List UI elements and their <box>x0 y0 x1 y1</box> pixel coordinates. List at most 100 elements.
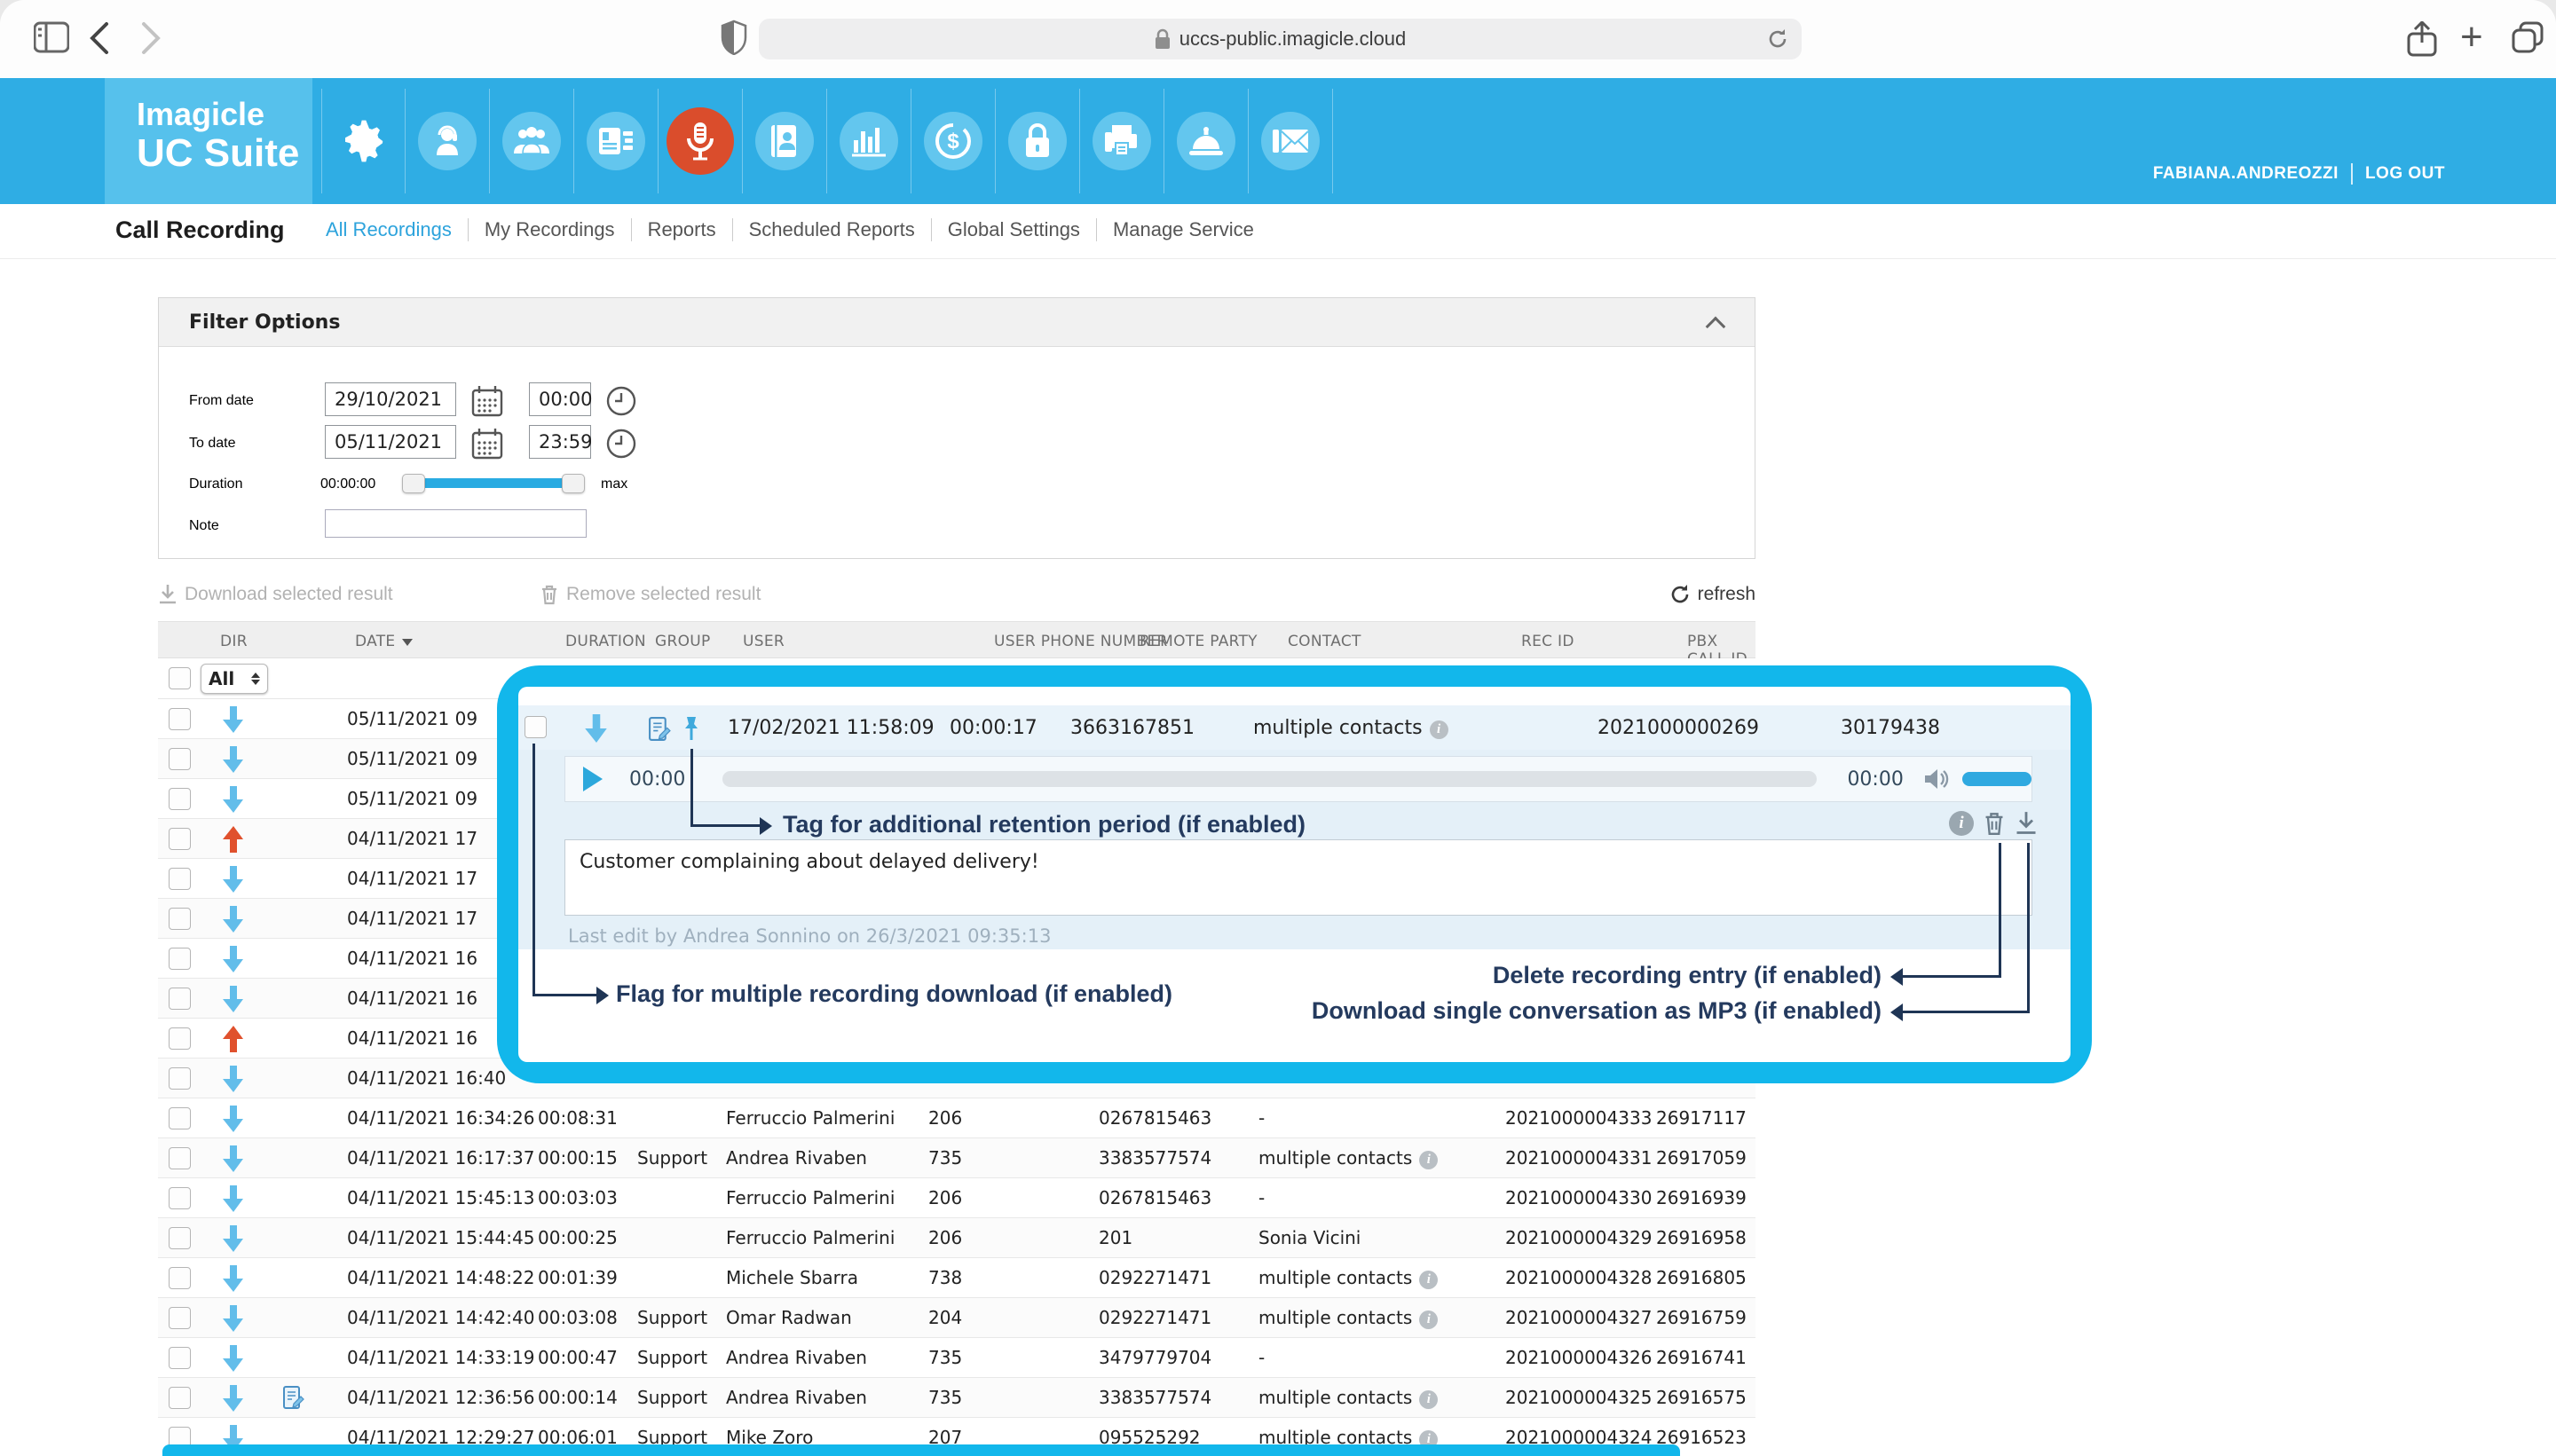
row-checkbox[interactable] <box>525 716 547 738</box>
to-time-input[interactable]: 23:59 <box>529 425 591 459</box>
col-remote-party[interactable]: REMOTE PARTY <box>1140 633 1258 650</box>
col-user[interactable]: USER <box>743 633 785 650</box>
tab-all-recordings[interactable]: All Recordings <box>310 218 469 241</box>
contact-info-icon[interactable]: i <box>1419 1390 1438 1409</box>
to-clock-icon[interactable] <box>605 428 637 460</box>
col-dir[interactable]: DIR <box>220 633 248 650</box>
recording-note-textarea[interactable]: Customer complaining about delayed deliv… <box>564 839 2032 916</box>
row-checkbox[interactable] <box>169 988 191 1010</box>
fax-printer-icon[interactable] <box>1080 89 1164 193</box>
player-progress-bar[interactable] <box>722 771 1817 787</box>
select-all-checkbox[interactable] <box>169 667 191 689</box>
row-checkbox[interactable] <box>169 1187 191 1209</box>
row-checkbox[interactable] <box>169 948 191 970</box>
security-lock-icon[interactable] <box>996 89 1080 193</box>
from-calendar-icon[interactable] <box>471 385 503 417</box>
col-contact[interactable]: CONTACT <box>1288 633 1361 650</box>
billing-dollar-icon[interactable]: $ <box>911 89 996 193</box>
table-row[interactable]: 04/11/2021 16:17:3700:00:15SupportAndrea… <box>158 1138 1755 1178</box>
tab-overview-icon[interactable] <box>2512 21 2544 53</box>
call-recording-mic-icon[interactable] <box>659 89 743 193</box>
download-selected-button[interactable]: Download selected result <box>158 584 393 605</box>
table-row[interactable]: 04/11/2021 14:42:4000:03:08SupportOmar R… <box>158 1298 1755 1338</box>
forward-button-icon[interactable] <box>140 21 162 55</box>
tab-global-settings[interactable]: Global Settings <box>932 218 1097 241</box>
url-bar[interactable]: uccs-public.imagicle.cloud <box>759 19 1802 59</box>
phone-directory-icon[interactable] <box>574 89 659 193</box>
from-clock-icon[interactable] <box>605 385 637 417</box>
voicemail-mail-icon[interactable] <box>1249 89 1333 193</box>
col-date[interactable]: DATE <box>355 633 413 650</box>
collapse-chevron-icon[interactable] <box>1706 317 1726 337</box>
play-button[interactable] <box>581 766 604 792</box>
imagicle-logo[interactable]: Imagicle UC Suite <box>105 78 312 204</box>
row-checkbox[interactable] <box>169 1227 191 1249</box>
table-row[interactable]: 04/11/2021 15:45:1300:03:03Ferruccio Pal… <box>158 1178 1755 1218</box>
duration-slider[interactable] <box>409 474 578 493</box>
row-checkbox[interactable] <box>169 1067 191 1090</box>
row-checkbox[interactable] <box>169 1027 191 1050</box>
table-row[interactable]: 04/11/2021 14:48:2200:01:39Michele Sbarr… <box>158 1258 1755 1298</box>
download-mp3-icon[interactable] <box>2015 811 2038 836</box>
tab-scheduled-reports[interactable]: Scheduled Reports <box>733 218 932 241</box>
from-time-input[interactable]: 00:00 <box>529 382 591 416</box>
tab-my-recordings[interactable]: My Recordings <box>469 218 632 241</box>
table-row[interactable]: 04/11/2021 15:44:4500:00:25Ferruccio Pal… <box>158 1218 1755 1258</box>
row-checkbox[interactable] <box>169 1387 191 1409</box>
row-checkbox[interactable] <box>169 1347 191 1369</box>
to-date-input[interactable]: 05/11/2021 <box>325 425 456 459</box>
row-checkbox[interactable] <box>169 708 191 730</box>
row-checkbox[interactable] <box>169 1147 191 1169</box>
row-checkbox[interactable] <box>169 908 191 930</box>
row-checkbox[interactable] <box>169 1267 191 1289</box>
settings-gear-icon[interactable] <box>321 89 406 193</box>
col-rec-id[interactable]: REC ID <box>1521 633 1574 650</box>
user-groups-icon[interactable] <box>490 89 574 193</box>
note-icon[interactable] <box>648 717 672 741</box>
new-tab-plus-icon[interactable]: + <box>2460 18 2483 57</box>
to-calendar-icon[interactable] <box>471 428 503 460</box>
contact-info-icon[interactable]: i <box>1430 720 1448 739</box>
volume-bar[interactable] <box>1962 772 2031 786</box>
contact-info-icon[interactable]: i <box>1419 1271 1438 1289</box>
row-checkbox[interactable] <box>169 1307 191 1329</box>
agent-headset-icon[interactable] <box>406 89 490 193</box>
contacts-book-icon[interactable] <box>743 89 827 193</box>
row-checkbox[interactable] <box>169 788 191 810</box>
retention-pin-icon[interactable] <box>680 715 703 742</box>
speaker-icon[interactable] <box>1923 767 1950 791</box>
from-date-input[interactable]: 29/10/2021 <box>325 382 456 416</box>
contact-info-icon[interactable]: i <box>1419 1151 1438 1169</box>
hotel-services-bell-icon[interactable] <box>1164 89 1249 193</box>
row-checkbox[interactable] <box>169 1107 191 1129</box>
table-row[interactable]: 04/11/2021 12:36:5600:00:14SupportAndrea… <box>158 1378 1755 1418</box>
note-icon[interactable] <box>282 1386 305 1409</box>
contact-info-icon[interactable]: i <box>1419 1310 1438 1329</box>
tab-manage-service[interactable]: Manage Service <box>1097 218 1270 241</box>
tab-reports[interactable]: Reports <box>632 218 733 241</box>
col-group[interactable]: GROUP <box>655 633 711 650</box>
row-checkbox[interactable] <box>169 868 191 890</box>
dir-filter-dropdown[interactable]: All <box>201 664 268 694</box>
row-checkbox[interactable] <box>169 748 191 770</box>
slider-handle-min[interactable] <box>402 474 425 493</box>
expanded-recording-row[interactable]: 17/02/2021 11:58:09 00:00:17 3663167851 … <box>518 705 2071 752</box>
reload-icon[interactable] <box>1766 28 1789 51</box>
table-row[interactable]: 04/11/2021 16:34:2600:08:31Ferruccio Pal… <box>158 1098 1755 1138</box>
logout-link[interactable]: LOG OUT <box>2365 164 2445 184</box>
share-icon[interactable] <box>2407 21 2437 57</box>
table-row[interactable]: 04/11/2021 14:33:1900:00:47SupportAndrea… <box>158 1338 1755 1378</box>
privacy-shield-icon[interactable] <box>721 20 747 55</box>
note-filter-input[interactable] <box>325 509 587 538</box>
sidebar-toggle-icon[interactable] <box>34 21 69 53</box>
delete-recording-icon[interactable] <box>1983 810 2006 837</box>
row-checkbox[interactable] <box>169 828 191 850</box>
analytics-chart-icon[interactable] <box>827 89 911 193</box>
refresh-button[interactable]: refresh <box>1669 584 1755 605</box>
col-duration[interactable]: DURATION <box>565 633 646 650</box>
slider-handle-max[interactable] <box>562 474 585 493</box>
info-icon[interactable]: i <box>1949 811 1974 836</box>
filter-panel-header[interactable]: Filter Options <box>159 298 1755 347</box>
back-button-icon[interactable] <box>89 21 110 55</box>
remove-selected-button[interactable]: Remove selected result <box>540 584 761 605</box>
